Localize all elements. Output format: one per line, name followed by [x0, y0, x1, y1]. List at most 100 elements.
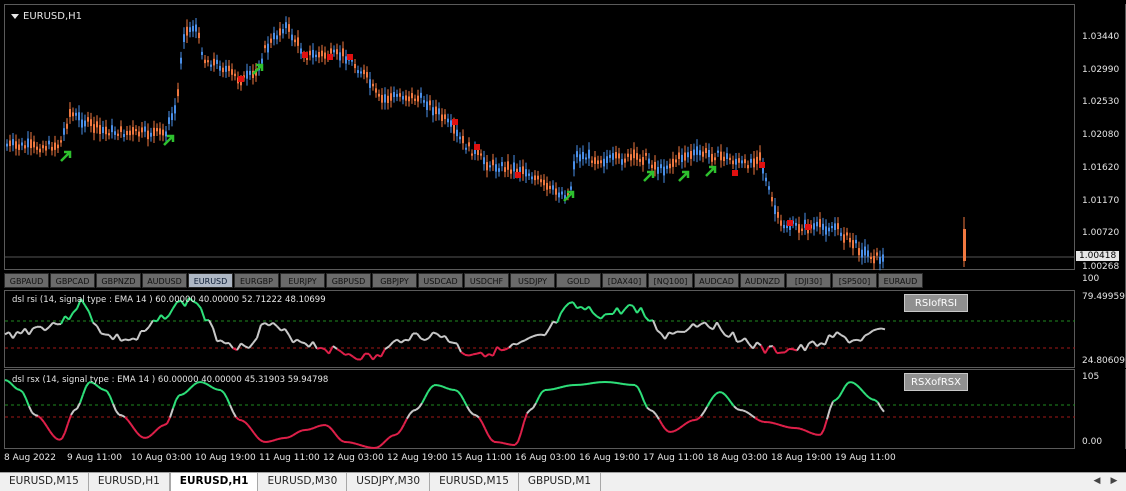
symbol-button-audusd[interactable]: AUDUSD [142, 273, 187, 288]
candle-body [858, 248, 860, 255]
symbol-button-gbpnzd[interactable]: GBPNZD [96, 273, 141, 288]
oscillator-segment [863, 392, 866, 395]
oscillator-segment [227, 398, 230, 405]
chart-tab[interactable]: GBPUSD,M1 [519, 473, 601, 491]
symbol-button-usdchf[interactable]: USDCHF [464, 273, 509, 288]
candle-body [189, 27, 191, 32]
chart-title[interactable]: EURUSD,H1 [11, 11, 82, 22]
oscillator-segment [161, 315, 165, 319]
candle-body [51, 147, 53, 151]
symbol-button-sp500[interactable]: [SP500] [832, 273, 877, 288]
symbol-button-gold[interactable]: GOLD [556, 273, 601, 288]
symbol-button-dax40[interactable]: [DAX40] [602, 273, 647, 288]
candle-body [279, 28, 281, 35]
symbol-button-audcad[interactable]: AUDCAD [694, 273, 739, 288]
time-axis-label: 18 Aug 19:00 [771, 453, 832, 463]
chart-tab[interactable]: EURUSD,M15 [430, 473, 519, 491]
symbol-button-gbpaud[interactable]: GBPAUD [4, 273, 49, 288]
candle-body [594, 157, 596, 164]
chart-tab[interactable]: EURUSD,H1 [89, 473, 170, 491]
time-axis-label: 11 Aug 11:00 [259, 453, 320, 463]
oscillator-segment [385, 346, 389, 349]
candle-body [396, 94, 398, 97]
oscillator-segment [704, 407, 707, 412]
oscillator-segment [83, 387, 86, 395]
candle-body [741, 160, 743, 163]
oscillator-segment [482, 422, 485, 428]
oscillator-segment [213, 328, 217, 341]
triangle-down-icon[interactable] [11, 14, 19, 19]
rsx-of-rsx-button[interactable]: RSXofRSX [904, 373, 968, 391]
oscillator-segment [827, 409, 830, 420]
candle-body [267, 44, 269, 53]
chart-tab[interactable]: EURUSD,M15 [0, 473, 89, 491]
chart-tab[interactable]: EURUSD,M30 [258, 473, 347, 491]
candle-body [855, 240, 857, 243]
symbol-button-eurusd[interactable]: EURUSD [188, 273, 233, 288]
candle-body [27, 139, 29, 148]
symbol-button-gbpcad[interactable]: GBPCAD [50, 273, 95, 288]
symbol-button-gbpjpy[interactable]: GBPJPY [372, 273, 417, 288]
price-axis-label: 1.03440 [1082, 32, 1119, 42]
price-pane[interactable]: EURUSD,H1 [4, 4, 1075, 270]
candle-body [738, 158, 740, 163]
symbol-button-gbpusd[interactable]: GBPUSD [326, 273, 371, 288]
rsi-of-rsi-button[interactable]: RSIofRSI [904, 294, 968, 312]
oscillator-segment [386, 438, 389, 441]
candle-body [498, 168, 500, 172]
symbol-button-euraud[interactable]: EURAUD [878, 273, 923, 288]
rsi-pane[interactable]: dsl rsi (14, signal type : EMA 14 ) 60.0… [4, 290, 1075, 368]
oscillator-segment [573, 302, 577, 308]
candle-body [174, 105, 176, 113]
oscillator-segment [170, 408, 173, 417]
candle-body [456, 130, 458, 136]
oscillator-segment [13, 332, 17, 338]
oscillator-segment [745, 338, 749, 344]
candle-body [513, 163, 515, 172]
candle-body [711, 154, 713, 162]
oscillator-segment [669, 332, 673, 334]
candle-body [153, 128, 155, 136]
price-axis[interactable]: 1.034401.029901.025301.020801.016201.011… [1075, 4, 1126, 270]
oscillator-segment [26, 399, 29, 407]
arrow-left-icon[interactable]: ◀ [1089, 473, 1105, 490]
candle-body [663, 167, 665, 176]
oscillator-segment [689, 420, 692, 421]
candle-body [747, 165, 749, 168]
buy-arrow-icon [679, 172, 688, 181]
symbol-button-dji30[interactable]: [DJI30] [786, 273, 831, 288]
symbol-button-usdjpy[interactable]: USDJPY [510, 273, 555, 288]
oscillator-segment [278, 438, 281, 439]
rsx-pane[interactable]: dsl rsx (14, signal type : EMA 14 ) 60.0… [4, 369, 1075, 449]
oscillator-segment [647, 408, 650, 410]
oscillator-segment [539, 392, 542, 397]
symbol-button-nq100[interactable]: [NQ100] [648, 273, 693, 288]
oscillator-segment [56, 438, 59, 439]
oscillator-segment [788, 427, 791, 428]
candle-body [879, 257, 881, 264]
symbol-button-eurgbp[interactable]: EURGBP [234, 273, 279, 288]
oscillator-segment [469, 354, 473, 355]
candle-body [444, 114, 446, 119]
candle-body [705, 148, 707, 153]
candle-body [870, 257, 872, 259]
candle-body [783, 225, 785, 228]
candle-body [408, 96, 410, 101]
oscillator-segment [277, 326, 281, 330]
candle-body [321, 51, 323, 57]
chart-tab[interactable]: EURUSD,H1 [170, 473, 259, 491]
chart-tab[interactable]: USDJPY,M30 [347, 473, 430, 491]
symbol-button-usdcad[interactable]: USDCAD [418, 273, 463, 288]
arrow-right-icon[interactable]: ▶ [1106, 473, 1122, 490]
oscillator-segment [369, 354, 373, 360]
candle-body [735, 159, 737, 165]
symbol-button-eurjpy[interactable]: EURJPY [280, 273, 325, 288]
oscillator-segment [597, 316, 601, 318]
oscillator-segment [157, 315, 161, 321]
candle-body [249, 71, 251, 75]
oscillator-segment [101, 389, 104, 390]
symbol-button-audnzd[interactable]: AUDNZD [740, 273, 785, 288]
oscillator-segment [705, 322, 709, 327]
candle-body [678, 152, 680, 158]
oscillator-segment [44, 422, 47, 427]
